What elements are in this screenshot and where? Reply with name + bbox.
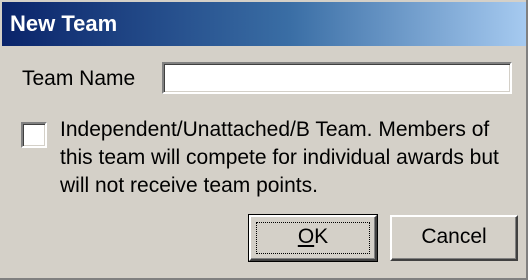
independent-team-checkbox[interactable] (21, 122, 47, 148)
checkbox-label-line-3: will not receive team points. (60, 174, 318, 197)
focus-rectangle (256, 222, 370, 254)
new-team-dialog: New Team Team Name Independent/Unattache… (0, 0, 528, 280)
dialog-title-bar[interactable]: New Team (2, 2, 526, 46)
checkbox-label-line-1: Independent/Unattached/B Team. Members o… (60, 118, 490, 141)
dialog-title: New Team (10, 11, 118, 36)
ok-button[interactable]: OK (248, 214, 378, 262)
cancel-button[interactable]: Cancel (390, 215, 518, 261)
team-name-input[interactable] (162, 62, 512, 94)
checkbox-label-line-2: this team will compete for individual aw… (60, 146, 499, 169)
team-name-label: Team Name (22, 67, 136, 90)
independent-team-checkbox-label[interactable]: Independent/Unattached/B Team. Members o… (60, 116, 522, 200)
